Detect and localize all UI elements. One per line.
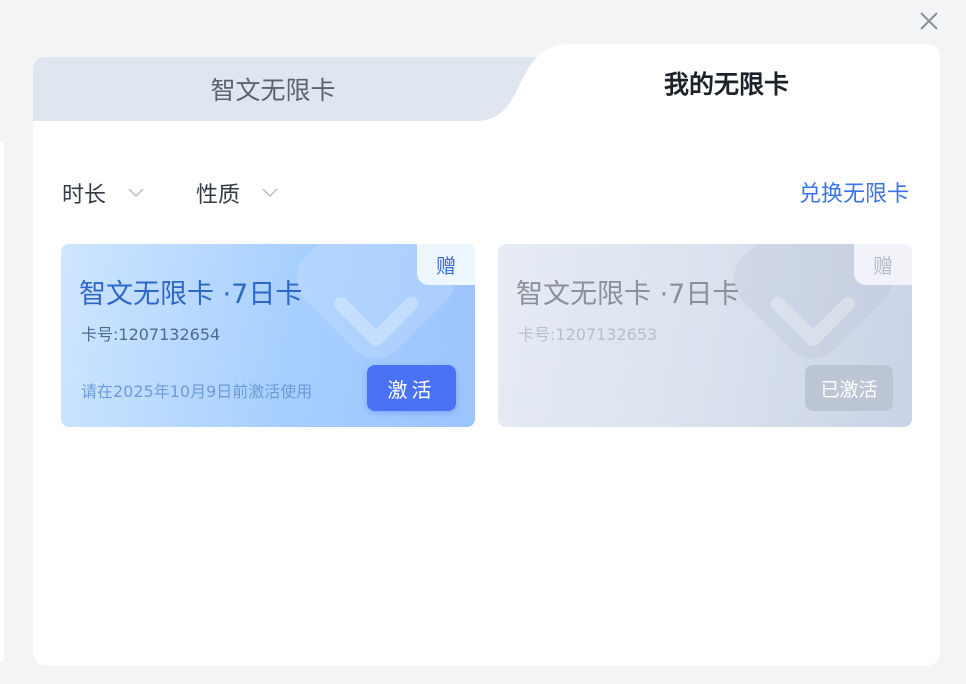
filter-duration-label: 时长 <box>62 183 107 208</box>
filter-duration-dropdown[interactable]: 时长 <box>62 178 144 208</box>
chevron-down-icon <box>128 188 144 198</box>
filter-nature-label: 性质 <box>196 183 241 208</box>
tab-my-unlimited-card[interactable]: 我的无限卡 <box>513 44 940 121</box>
chevron-down-icon <box>262 188 278 198</box>
activation-deadline-note: 请在2025年10月9日前激活使用 <box>81 382 313 401</box>
background-panel-edge <box>0 142 4 662</box>
unlimited-card-item: 赠 智文无限卡 ·7日卡 卡号:1207132654 请在2025年10月9日前… <box>61 244 475 427</box>
card-title: 智文无限卡 ·7日卡 <box>516 279 740 310</box>
unlimited-card-dialog: 智文无限卡 我的无限卡 时长 性质 兑换无限卡 赠 智文无限卡 ·7日卡 卡号:… <box>33 44 940 666</box>
tab-my-unlimited-card-label: 我的无限卡 <box>663 69 789 99</box>
activate-button[interactable]: 激活 <box>367 365 456 411</box>
redeem-unlimited-card-link[interactable]: 兑换无限卡 <box>799 176 909 208</box>
close-button[interactable] <box>914 6 944 36</box>
tab-unlimited-card-label: 智文无限卡 <box>210 76 336 105</box>
unlimited-card-item: 赠 智文无限卡 ·7日卡 卡号:1207132653 已激活 <box>498 244 912 427</box>
close-icon <box>920 12 938 30</box>
card-title: 智文无限卡 ·7日卡 <box>79 279 303 310</box>
gift-badge: 赠 <box>854 244 912 285</box>
card-number: 卡号:1207132653 <box>518 325 658 344</box>
dialog-stage: 智文无限卡 我的无限卡 时长 性质 兑换无限卡 赠 智文无限卡 ·7日卡 卡号:… <box>0 0 966 684</box>
activated-status-button: 已激活 <box>805 365 893 411</box>
filter-nature-dropdown[interactable]: 性质 <box>196 178 278 208</box>
card-number: 卡号:1207132654 <box>81 325 221 344</box>
gift-badge: 赠 <box>417 244 475 285</box>
